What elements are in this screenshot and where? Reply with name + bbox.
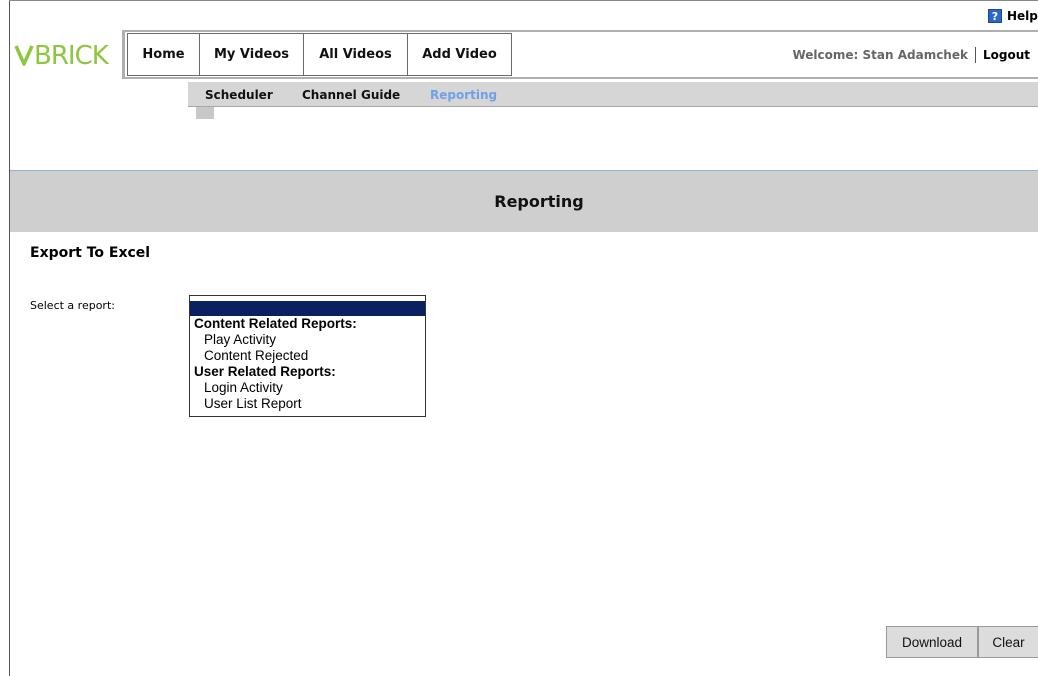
download-button[interactable]: Download	[886, 626, 978, 658]
subnav-item-channel-guide[interactable]: Channel Guide	[302, 88, 430, 102]
logout-link[interactable]: Logout	[983, 48, 1030, 62]
nav-tab-add-video[interactable]: Add Video	[407, 33, 512, 76]
report-select-label: Select a report:	[30, 299, 115, 312]
main-nav: Home My Videos All Videos Add Video	[127, 33, 512, 76]
help-icon: ?	[988, 9, 1002, 23]
section-heading: Export To Excel	[30, 245, 151, 261]
report-option-blank-selected[interactable]	[190, 301, 425, 316]
page-title: Reporting	[494, 192, 584, 211]
vbrick-logo[interactable]: BRICK	[12, 30, 120, 76]
welcome-text: Welcome: Stan Adamchek	[792, 48, 968, 62]
vbrick-logo-mark: BRICK	[14, 41, 111, 68]
sub-nav-tab-indicator	[196, 107, 214, 119]
report-option-login-activity[interactable]: Login Activity	[190, 380, 425, 396]
report-option-user-list-report[interactable]: User List Report	[190, 396, 425, 412]
nav-tab-my-videos[interactable]: My Videos	[199, 33, 303, 76]
report-group-user: User Related Reports:	[194, 364, 336, 379]
help-link[interactable]: ? Help	[988, 9, 1038, 23]
help-label: Help	[1007, 9, 1038, 23]
welcome-divider	[974, 47, 976, 63]
subnav-item-scheduler[interactable]: Scheduler	[205, 88, 302, 102]
clear-button[interactable]: Clear	[978, 626, 1038, 658]
report-option-content-rejected[interactable]: Content Rejected	[190, 348, 425, 364]
user-welcome: Welcome: Stan Adamchek Logout	[792, 47, 1030, 63]
report-group-content: Content Related Reports:	[194, 316, 357, 331]
page-left-border	[9, 0, 10, 676]
nav-tab-all-videos[interactable]: All Videos	[303, 33, 407, 76]
report-option-play-activity[interactable]: Play Activity	[190, 332, 425, 348]
page-title-band: Reporting	[10, 170, 1038, 232]
svg-text:BRICK: BRICK	[34, 41, 110, 68]
subnav-item-reporting[interactable]: Reporting	[430, 88, 497, 102]
report-select-listbox[interactable]: Content Related Reports: Play Activity C…	[189, 295, 426, 417]
nav-tab-home[interactable]: Home	[127, 33, 199, 76]
sub-nav: Scheduler Channel Guide Reporting	[205, 88, 497, 102]
page-top-border	[9, 0, 1038, 1]
